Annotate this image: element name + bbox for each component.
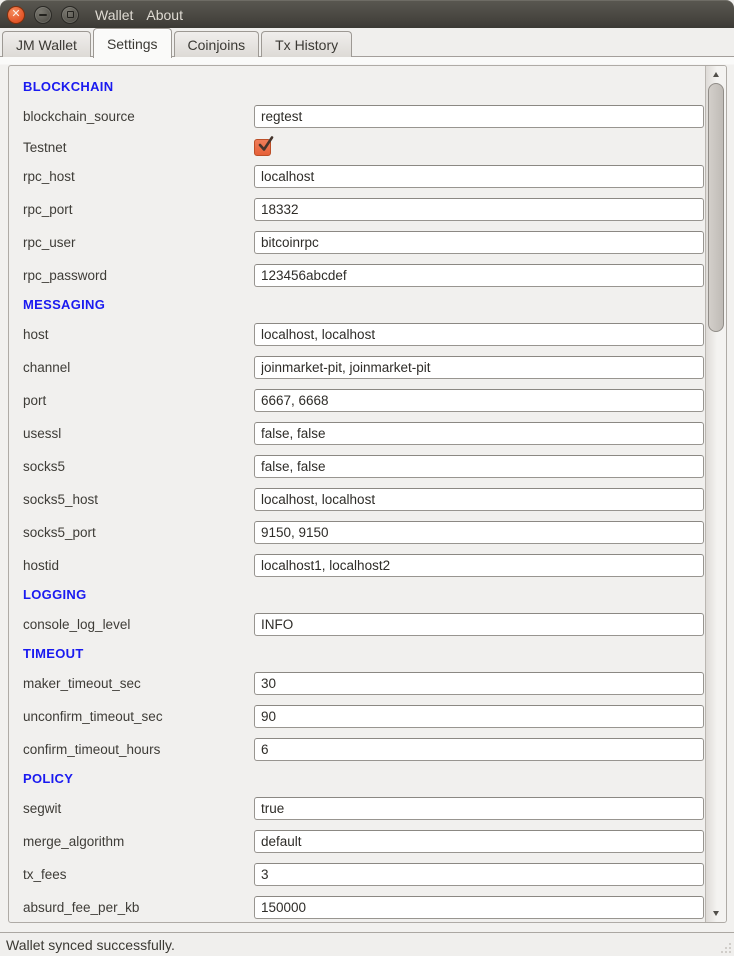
blockchain_source-input[interactable] xyxy=(254,105,704,128)
section-header: POLICY xyxy=(23,771,704,787)
field-label: absurd_fee_per_kb xyxy=(23,900,254,915)
wallet-window: ✕ Wallet About JM Wallet Settings Coinjo… xyxy=(0,0,734,956)
field-label: hostid xyxy=(23,558,254,573)
close-button[interactable]: ✕ xyxy=(7,6,25,24)
settings-row: rpc_user xyxy=(23,231,704,254)
unconfirm_timeout_sec-input[interactable] xyxy=(254,705,704,728)
minimize-button[interactable] xyxy=(34,6,52,24)
segwit-input[interactable] xyxy=(254,797,704,820)
scroll-down-icon[interactable] xyxy=(713,911,719,916)
close-icon: ✕ xyxy=(11,9,20,20)
settings-row: maker_timeout_sec xyxy=(23,672,704,695)
settings-row: blockchain_source xyxy=(23,105,704,128)
settings-row: rpc_password xyxy=(23,264,704,287)
absurd_fee_per_kb-input[interactable] xyxy=(254,896,704,919)
field-label: socks5_host xyxy=(23,492,254,507)
settings-row: unconfirm_timeout_sec xyxy=(23,705,704,728)
tab-jm-wallet[interactable]: JM Wallet xyxy=(2,31,91,57)
rpc_port-input[interactable] xyxy=(254,198,704,221)
minimize-icon xyxy=(39,14,47,16)
socks5_port-input[interactable] xyxy=(254,521,704,544)
field-label: confirm_timeout_hours xyxy=(23,742,254,757)
rpc_host-input[interactable] xyxy=(254,165,704,188)
field-label: console_log_level xyxy=(23,617,254,632)
scrollbar[interactable] xyxy=(705,66,726,922)
field-label: rpc_port xyxy=(23,202,254,217)
menu-item-about[interactable]: About xyxy=(146,7,183,23)
tab-tx-history[interactable]: Tx History xyxy=(261,31,352,57)
field-label: Testnet xyxy=(23,140,254,155)
settings-row: hostid xyxy=(23,554,704,577)
field-label: rpc_user xyxy=(23,235,254,250)
confirm_timeout_hours-input[interactable] xyxy=(254,738,704,761)
settings-row: segwit xyxy=(23,797,704,820)
socks5_host-input[interactable] xyxy=(254,488,704,511)
merge_algorithm-input[interactable] xyxy=(254,830,704,853)
field-label: merge_algorithm xyxy=(23,834,254,849)
settings-row: socks5_port xyxy=(23,521,704,544)
field-label: rpc_password xyxy=(23,268,254,283)
settings-row: merge_algorithm xyxy=(23,830,704,853)
checkmark-icon xyxy=(256,135,274,153)
tx_fees-input[interactable] xyxy=(254,863,704,886)
settings-row: tx_fees xyxy=(23,863,704,886)
field-label: unconfirm_timeout_sec xyxy=(23,709,254,724)
settings-row: channel xyxy=(23,356,704,379)
hostid-input[interactable] xyxy=(254,554,704,577)
settings-row: absurd_fee_per_kb xyxy=(23,896,704,919)
resize-grip[interactable] xyxy=(719,941,732,954)
settings-row: socks5 xyxy=(23,455,704,478)
settings-row: port xyxy=(23,389,704,412)
settings-row: host xyxy=(23,323,704,346)
settings-pane: BLOCKCHAIN blockchain_source Testnet rpc_ho… xyxy=(0,56,734,932)
settings-row: confirm_timeout_hours xyxy=(23,738,704,761)
field-label: socks5 xyxy=(23,459,254,474)
field-label: segwit xyxy=(23,801,254,816)
window-buttons: ✕ xyxy=(7,6,79,24)
field-label: channel xyxy=(23,360,254,375)
socks5-input[interactable] xyxy=(254,455,704,478)
testnet-checkbox[interactable] xyxy=(254,139,271,156)
tab-settings[interactable]: Settings xyxy=(93,28,172,58)
section-header: LOGGING xyxy=(23,587,704,603)
menubar: Wallet About xyxy=(95,7,183,23)
settings-row: rpc_host xyxy=(23,165,704,188)
field-label: blockchain_source xyxy=(23,109,254,124)
status-bar: Wallet synced successfully. xyxy=(0,932,734,956)
section-header: MESSAGING xyxy=(23,297,704,313)
section-header: TIMEOUT xyxy=(23,646,704,662)
field-label: port xyxy=(23,393,254,408)
status-text: Wallet synced successfully. xyxy=(6,937,175,953)
port-input[interactable] xyxy=(254,389,704,412)
field-label: host xyxy=(23,327,254,342)
field-label: rpc_host xyxy=(23,169,254,184)
field-label: maker_timeout_sec xyxy=(23,676,254,691)
titlebar[interactable]: ✕ Wallet About xyxy=(0,0,734,28)
channel-input[interactable] xyxy=(254,356,704,379)
host-input[interactable] xyxy=(254,323,704,346)
settings-row: console_log_level xyxy=(23,613,704,636)
settings-row: rpc_port xyxy=(23,198,704,221)
settings-form: BLOCKCHAIN blockchain_source Testnet rpc_ho… xyxy=(9,66,704,923)
settings-row: socks5_host xyxy=(23,488,704,511)
field-label: tx_fees xyxy=(23,867,254,882)
rpc_user-input[interactable] xyxy=(254,231,704,254)
section-header: BLOCKCHAIN xyxy=(23,79,704,95)
tab-coinjoins[interactable]: Coinjoins xyxy=(174,31,260,57)
menu-item-wallet[interactable]: Wallet xyxy=(95,7,133,23)
console_log_level-input[interactable] xyxy=(254,613,704,636)
maker_timeout_sec-input[interactable] xyxy=(254,672,704,695)
settings-scroll-area: BLOCKCHAIN blockchain_source Testnet rpc_ho… xyxy=(8,65,727,923)
scrollbar-thumb[interactable] xyxy=(708,83,724,332)
rpc_password-input[interactable] xyxy=(254,264,704,287)
usessl-input[interactable] xyxy=(254,422,704,445)
maximize-button[interactable] xyxy=(61,6,79,24)
settings-row: Testnet xyxy=(23,138,704,156)
field-label: usessl xyxy=(23,426,254,441)
settings-row: usessl xyxy=(23,422,704,445)
maximize-icon xyxy=(67,11,74,18)
scroll-up-icon[interactable] xyxy=(713,72,719,77)
field-label: socks5_port xyxy=(23,525,254,540)
tab-bar: JM Wallet Settings Coinjoins Tx History xyxy=(0,28,734,57)
